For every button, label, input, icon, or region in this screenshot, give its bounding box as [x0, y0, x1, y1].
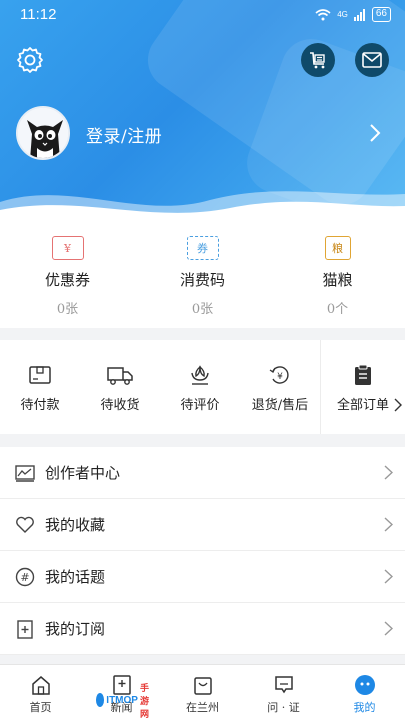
network-type: 4G — [337, 10, 348, 19]
order-label: 待评价 — [180, 398, 220, 413]
tab-label: 在兰州 — [186, 701, 219, 714]
order-pending-payment[interactable]: 待付款 — [0, 340, 80, 434]
watermark-logo: ITMOP 手游网 — [96, 683, 156, 719]
menu-item-subscriptions[interactable]: 我的订阅 — [0, 603, 405, 655]
menu-label: 创作者中心 — [45, 464, 121, 482]
order-all-orders[interactable]: 全部订单 — [320, 340, 405, 434]
tab-label: 我的 — [353, 701, 376, 714]
bottom-tab-bar: 首页 新闻 在兰州 问 · 证 我的 — [0, 664, 405, 720]
wallet-item-voucher-codes[interactable]: 券 消费码 0张 — [135, 222, 270, 328]
pending-payment-icon — [29, 366, 51, 384]
tab-label: 首页 — [29, 701, 52, 714]
subscription-icon — [17, 619, 33, 639]
cart-button[interactable] — [301, 43, 335, 77]
menu-label: 我的订阅 — [45, 620, 106, 638]
voucher-code-icon: 券 — [186, 236, 219, 260]
svg-text:¥: ¥ — [277, 372, 283, 382]
tab-home[interactable]: 首页 — [0, 665, 81, 720]
heart-icon — [16, 516, 34, 533]
refund-icon: ¥ — [269, 366, 289, 384]
profile-header: 11:12 4G 66 登录/注册 — [0, 0, 405, 222]
order-pending-review[interactable]: 待评价 — [160, 340, 240, 434]
watermark-icon — [96, 693, 105, 707]
menu-label: 我的话题 — [45, 568, 106, 586]
chevron-right-icon — [384, 569, 393, 584]
chevron-right-icon — [384, 517, 393, 532]
chevron-right-icon — [394, 398, 402, 412]
creator-center-icon — [15, 464, 35, 482]
menu-item-creator-center[interactable]: 创作者中心 — [0, 447, 405, 499]
order-refund[interactable]: ¥ 退货/售后 — [240, 340, 320, 434]
cat-food-icon: 粮 — [324, 236, 351, 260]
signal-icon — [353, 8, 365, 21]
watermark-sub: 手游网 — [139, 682, 149, 719]
message-button[interactable] — [355, 43, 389, 77]
order-pending-delivery[interactable]: 待收货 — [80, 340, 160, 434]
order-label: 待收货 — [100, 398, 140, 413]
menu-item-favorites[interactable]: 我的收藏 — [0, 499, 405, 551]
status-bar: 11:12 4G 66 — [0, 0, 405, 30]
wifi-icon — [315, 8, 331, 20]
order-label: 待付款 — [20, 398, 60, 413]
status-time: 11:12 — [20, 6, 57, 23]
header-wave — [0, 191, 405, 222]
gear-icon — [17, 47, 43, 73]
me-icon — [354, 675, 375, 695]
order-label: 全部订单 — [336, 398, 389, 413]
wallet-item-coupons[interactable]: ¥ 优惠券 0张 — [0, 222, 135, 328]
settings-button[interactable] — [14, 44, 46, 76]
wallet-value: 0张 — [56, 302, 79, 317]
pending-review-icon — [191, 365, 209, 385]
battery-indicator: 66 — [371, 7, 391, 22]
wallet-label: 猫粮 — [322, 271, 353, 289]
wallet-label: 优惠券 — [44, 271, 90, 289]
chevron-right-icon — [384, 621, 393, 636]
avatar[interactable] — [16, 106, 70, 160]
watermark-text: ITMOP — [106, 694, 138, 706]
wallet-label: 消费码 — [179, 271, 225, 289]
menu-label: 我的收藏 — [45, 516, 106, 534]
tab-label: 问 · 证 — [267, 701, 300, 714]
hashtag-icon: # — [15, 567, 35, 586]
all-orders-icon — [355, 364, 371, 385]
orders-section: 待付款 待收货 待评价 ¥ 退货/售后 全部订单 — [0, 340, 405, 434]
pending-delivery-icon — [107, 367, 133, 385]
chat-icon — [274, 676, 293, 694]
mail-icon — [362, 52, 382, 68]
wallet-value: 0个 — [326, 302, 349, 317]
home-icon — [31, 676, 50, 695]
cart-icon — [310, 52, 325, 69]
coupon-icon: ¥ — [51, 236, 84, 260]
chevron-right-icon — [384, 465, 393, 480]
order-label: 退货/售后 — [251, 398, 309, 413]
wallet-item-cat-food[interactable]: 粮 猫粮 0个 — [270, 222, 405, 328]
wallet-value: 0张 — [191, 302, 214, 317]
login-register-link[interactable]: 登录/注册 — [86, 122, 162, 147]
tab-ask[interactable]: 问 · 证 — [243, 665, 324, 720]
tab-lanzhou[interactable]: 在兰州 — [162, 665, 243, 720]
svg-text:#: # — [20, 571, 29, 584]
lanzhou-icon — [193, 677, 212, 695]
menu-item-topics[interactable]: # 我的话题 — [0, 551, 405, 603]
menu-list: 创作者中心 我的收藏 # 我的话题 我的订阅 — [0, 447, 405, 655]
cat-avatar-icon — [18, 108, 68, 158]
chevron-right-icon[interactable] — [368, 123, 382, 143]
wallet-section: ¥ 优惠券 0张 券 消费码 0张 粮 猫粮 0个 — [0, 222, 405, 328]
tab-me[interactable]: 我的 — [324, 665, 405, 720]
